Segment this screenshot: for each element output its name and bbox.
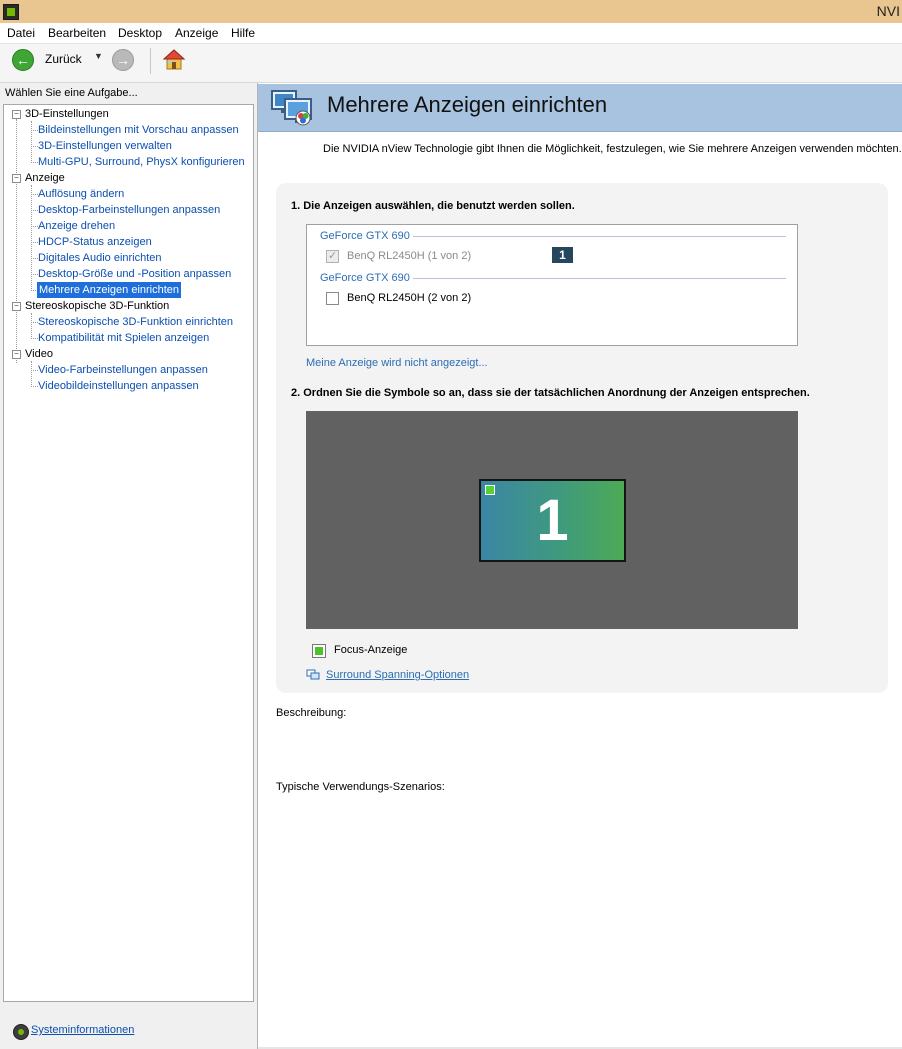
display-not-shown-link[interactable]: Meine Anzeige wird nicht angezeigt... bbox=[306, 357, 488, 369]
tree-guide bbox=[31, 121, 32, 163]
collapse-icon[interactable]: − bbox=[12, 302, 21, 311]
group-divider bbox=[413, 278, 786, 279]
history-dropdown-icon[interactable]: ▼ bbox=[94, 51, 103, 61]
step2-heading: 2. Ordnen Sie die Symbole so an, dass si… bbox=[291, 387, 810, 399]
monitor-tile[interactable]: 1 bbox=[479, 479, 626, 562]
tree-guide bbox=[31, 370, 38, 371]
focus-legend-swatch bbox=[312, 644, 326, 658]
tree-guide bbox=[31, 162, 38, 163]
tree-item-bildeinstellungen[interactable]: Bildeinstellungen mit Vorschau anpassen bbox=[38, 122, 239, 138]
menu-hilfe[interactable]: Hilfe bbox=[231, 26, 255, 40]
menu-bearbeiten[interactable]: Bearbeiten bbox=[48, 26, 106, 40]
task-tree[interactable]: − 3D-Einstellungen Bildeinstellungen mit… bbox=[3, 104, 254, 1002]
tree-group-video[interactable]: Video bbox=[25, 346, 53, 362]
back-button[interactable]: Zurück bbox=[45, 52, 82, 66]
tree-guide bbox=[31, 210, 38, 211]
menu-desktop[interactable]: Desktop bbox=[118, 26, 162, 40]
window-title: NVI bbox=[876, 3, 900, 19]
display-2-label[interactable]: BenQ RL2450H (2 von 2) bbox=[347, 292, 471, 304]
gpu-label: GeForce GTX 690 bbox=[320, 230, 410, 242]
tree-item-aufloesung[interactable]: Auflösung ändern bbox=[38, 186, 124, 202]
usage-scenarios-label: Typische Verwendungs-Szenarios: bbox=[276, 781, 445, 793]
menu-datei[interactable]: Datei bbox=[7, 26, 35, 40]
group-divider bbox=[413, 236, 786, 237]
menu-bar: Datei Bearbeiten Desktop Anzeige Hilfe bbox=[0, 23, 902, 44]
tree-item-mehrere-anzeigen[interactable]: Mehrere Anzeigen einrichten bbox=[37, 282, 182, 298]
surround-options-label[interactable]: Surround Spanning-Optionen bbox=[326, 669, 469, 681]
tree-guide bbox=[16, 119, 17, 363]
tree-guide bbox=[31, 322, 38, 323]
tree-guide bbox=[31, 313, 32, 339]
tree-group-anzeige[interactable]: Anzeige bbox=[25, 170, 65, 186]
forward-arrow-icon[interactable]: → bbox=[112, 49, 134, 71]
tree-guide bbox=[31, 386, 38, 387]
display-selection-list: GeForce GTX 690 BenQ RL2450H (1 von 2) G… bbox=[306, 224, 798, 346]
tree-guide bbox=[31, 185, 32, 291]
back-arrow-icon[interactable]: ← bbox=[12, 49, 34, 71]
tree-item-kompatibilitaet[interactable]: Kompatibilität mit Spielen anzeigen bbox=[38, 330, 209, 346]
tree-item-video-farben[interactable]: Video-Farbeinstellungen anpassen bbox=[38, 362, 208, 378]
tree-guide bbox=[31, 226, 38, 227]
display-1-label[interactable]: BenQ RL2450H (1 von 2) bbox=[347, 250, 471, 262]
focus-legend-label: Focus-Anzeige bbox=[334, 644, 408, 656]
task-sidebar: Wählen Sie eine Aufgabe... − 3D-Einstell… bbox=[0, 83, 258, 1049]
tree-group-3d[interactable]: 3D-Einstellungen bbox=[25, 106, 109, 122]
title-bar: NVI bbox=[0, 0, 902, 24]
menu-anzeige[interactable]: Anzeige bbox=[175, 26, 218, 40]
system-info-icon bbox=[13, 1024, 29, 1040]
page-subtitle: Die NVIDIA nView Technologie gibt Ihnen … bbox=[323, 143, 902, 155]
gpu-label: GeForce GTX 690 bbox=[320, 272, 410, 284]
tree-item-hdcp[interactable]: HDCP-Status anzeigen bbox=[38, 234, 152, 250]
step1-heading: 1. Die Anzeigen auswählen, die benutzt w… bbox=[291, 200, 575, 212]
tree-item-anzeige-drehen[interactable]: Anzeige drehen bbox=[38, 218, 115, 234]
tree-item-desktop-farben[interactable]: Desktop-Farbeinstellungen anpassen bbox=[38, 202, 220, 218]
tree-guide bbox=[31, 130, 38, 131]
tree-guide bbox=[31, 361, 32, 387]
tree-guide bbox=[31, 242, 38, 243]
collapse-icon[interactable]: − bbox=[12, 110, 21, 119]
display-2-checkbox[interactable] bbox=[326, 292, 339, 305]
tree-guide bbox=[31, 258, 38, 259]
monitor-number: 1 bbox=[536, 488, 569, 553]
system-info-label[interactable]: Systeminformationen bbox=[31, 1024, 134, 1036]
tree-item-stereo-einrichten[interactable]: Stereoskopische 3D-Funktion einrichten bbox=[38, 314, 233, 330]
home-icon[interactable] bbox=[162, 48, 186, 72]
tree-guide bbox=[31, 194, 38, 195]
page-header: Mehrere Anzeigen einrichten bbox=[258, 84, 902, 132]
tree-item-audio[interactable]: Digitales Audio einrichten bbox=[38, 250, 162, 266]
tree-guide bbox=[31, 338, 38, 339]
surround-icon bbox=[306, 669, 320, 680]
tree-item-multi-gpu[interactable]: Multi-GPU, Surround, PhysX konfigurieren bbox=[38, 154, 245, 170]
tree-item-3d-verwalten[interactable]: 3D-Einstellungen verwalten bbox=[38, 138, 172, 154]
tree-guide bbox=[31, 274, 38, 275]
collapse-icon[interactable]: − bbox=[12, 350, 21, 359]
display-1-checkbox[interactable] bbox=[326, 249, 339, 263]
sidebar-header: Wählen Sie eine Aufgabe... bbox=[5, 87, 138, 99]
multi-monitor-icon bbox=[271, 90, 312, 126]
page-title: Mehrere Anzeigen einrichten bbox=[327, 92, 608, 117]
collapse-icon[interactable]: − bbox=[12, 174, 21, 183]
tree-group-stereo[interactable]: Stereoskopische 3D-Funktion bbox=[25, 298, 169, 314]
toolbar: ← Zurück ▼ → bbox=[0, 44, 902, 83]
description-label: Beschreibung: bbox=[276, 707, 347, 719]
tree-guide bbox=[31, 146, 38, 147]
display-arrangement-area[interactable]: 1 bbox=[306, 411, 798, 629]
nvidia-app-icon[interactable] bbox=[3, 4, 19, 20]
tree-item-desktop-groesse[interactable]: Desktop-Größe und -Position anpassen bbox=[38, 266, 231, 282]
tree-item-videobild[interactable]: Videobildeinstellungen anpassen bbox=[38, 378, 199, 394]
display-number-badge: 1 bbox=[552, 247, 573, 263]
toolbar-separator bbox=[150, 48, 151, 74]
